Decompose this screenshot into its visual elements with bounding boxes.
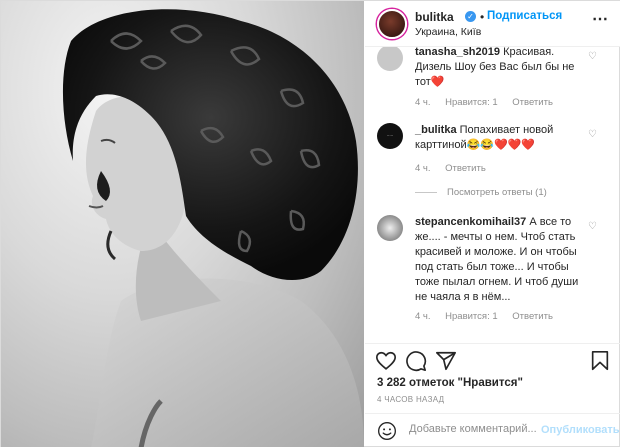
comment-username[interactable]: _bulitka (415, 124, 457, 136)
comment-meta: 4 ч. Нравится: 1 Ответить (415, 311, 565, 322)
comment-text: А все то же.... - мечты о нем. Чтоб стат… (415, 216, 579, 303)
reply-button[interactable]: Ответить (512, 311, 553, 322)
comment-username[interactable]: stepancenkomihail37 (415, 216, 526, 228)
follow-button[interactable]: Подписаться (487, 10, 562, 22)
comment-body: stepancenkomihail37 А все то же.... - ме… (415, 215, 585, 305)
comment-time: 4 ч. (415, 311, 431, 322)
post-actions-bar: 3 282 отметок "Нравится" 4 ЧАСОВ НАЗАД (365, 343, 620, 413)
comment-username[interactable]: tanasha_sh2019 (415, 47, 500, 58)
comments-list: tanasha_sh2019 Красивая. Дизель Шоу без … (365, 47, 620, 343)
more-horizontal-icon[interactable]: ⋯ (592, 9, 609, 29)
likes-count[interactable]: 3 282 отметок "Нравится" (377, 377, 523, 389)
add-comment-bar: Опубликовать (365, 413, 620, 447)
heart-icon[interactable] (375, 350, 397, 372)
view-replies-button[interactable]: Посмотреть ответы (1) (415, 187, 547, 198)
comment-body: _bulitka Попахивает новой карттиной😂😂❤️❤… (415, 123, 585, 153)
comment-input[interactable] (409, 423, 539, 435)
comment-likes-count[interactable]: Нравится: 1 (445, 97, 497, 108)
username-link[interactable]: bulitka (415, 10, 454, 24)
post-timestamp[interactable]: 4 ЧАСОВ НАЗАД (377, 395, 444, 404)
emoji-icon[interactable] (377, 421, 397, 441)
post-window: bulitka ✓ • Подписаться Украина, Київ ⋯ … (0, 0, 620, 447)
publish-button[interactable]: Опубликовать (541, 424, 620, 436)
comment-meta: 4 ч. Нравится: 1 Ответить (415, 97, 565, 108)
post-photo (1, 1, 364, 447)
bookmark-icon[interactable] (589, 350, 611, 372)
comment-meta: 4 ч. Ответить (415, 163, 498, 174)
comment-time: 4 ч. (415, 97, 431, 108)
comment-body: tanasha_sh2019 Красивая. Дизель Шоу без … (415, 47, 585, 90)
avatar[interactable] (377, 9, 407, 39)
header-separator: • (480, 10, 485, 24)
post-side-panel: bulitka ✓ • Подписаться Украина, Київ ⋯ … (365, 1, 620, 447)
comment-like-heart-icon[interactable]: ♡ (588, 51, 597, 62)
comment-avatar[interactable]: ····· (377, 123, 403, 149)
comment-like-heart-icon[interactable]: ♡ (588, 129, 597, 140)
comment-avatar[interactable] (377, 47, 403, 71)
verified-badge-icon: ✓ (465, 11, 476, 22)
share-icon[interactable] (435, 350, 457, 372)
location-link[interactable]: Украина, Київ (415, 26, 481, 38)
comment-time: 4 ч. (415, 163, 431, 174)
portrait-illustration (62, 9, 364, 447)
comment-like-heart-icon[interactable]: ♡ (588, 221, 597, 232)
comment-likes-count[interactable]: Нравится: 1 (445, 311, 497, 322)
reply-button[interactable]: Ответить (445, 163, 486, 174)
reply-button[interactable]: Ответить (512, 97, 553, 108)
post-header: bulitka ✓ • Подписаться Украина, Київ ⋯ (365, 1, 620, 47)
comment-icon[interactable] (405, 350, 427, 372)
comment-avatar[interactable] (377, 215, 403, 241)
